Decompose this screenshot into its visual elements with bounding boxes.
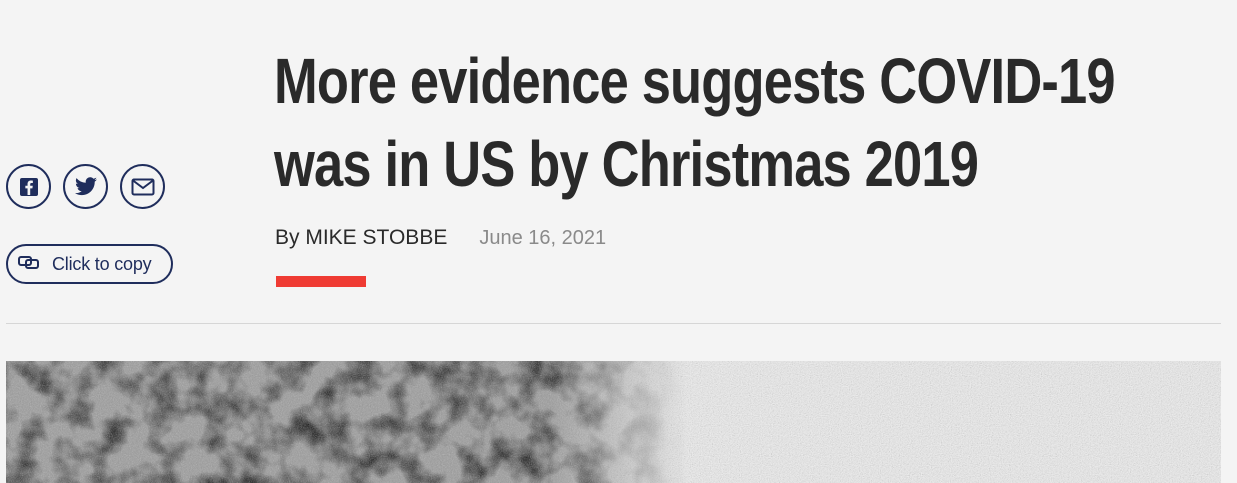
email-icon — [131, 178, 155, 196]
hero-image — [6, 361, 1221, 483]
link-icon — [18, 254, 40, 275]
article-page: Click to copy More evidence suggests COV… — [0, 0, 1237, 483]
twitter-icon — [74, 176, 98, 197]
article-meta: By MIKE STOBBE June 16, 2021 — [275, 226, 606, 250]
facebook-icon — [19, 177, 39, 197]
article-date: June 16, 2021 — [479, 227, 607, 249]
accent-bar — [276, 276, 366, 287]
twitter-share-button[interactable] — [63, 164, 108, 209]
share-buttons — [6, 164, 165, 209]
copy-link-label: Click to copy — [52, 253, 152, 274]
article-headline: More evidence suggests COVID-19 was in U… — [274, 45, 1116, 200]
article-byline: By MIKE STOBBE — [275, 226, 448, 249]
hero-image-graphic — [6, 361, 1221, 483]
facebook-share-button[interactable] — [6, 164, 51, 209]
email-share-button[interactable] — [120, 164, 165, 209]
section-divider — [6, 323, 1221, 324]
copy-link-button[interactable]: Click to copy — [6, 244, 173, 284]
